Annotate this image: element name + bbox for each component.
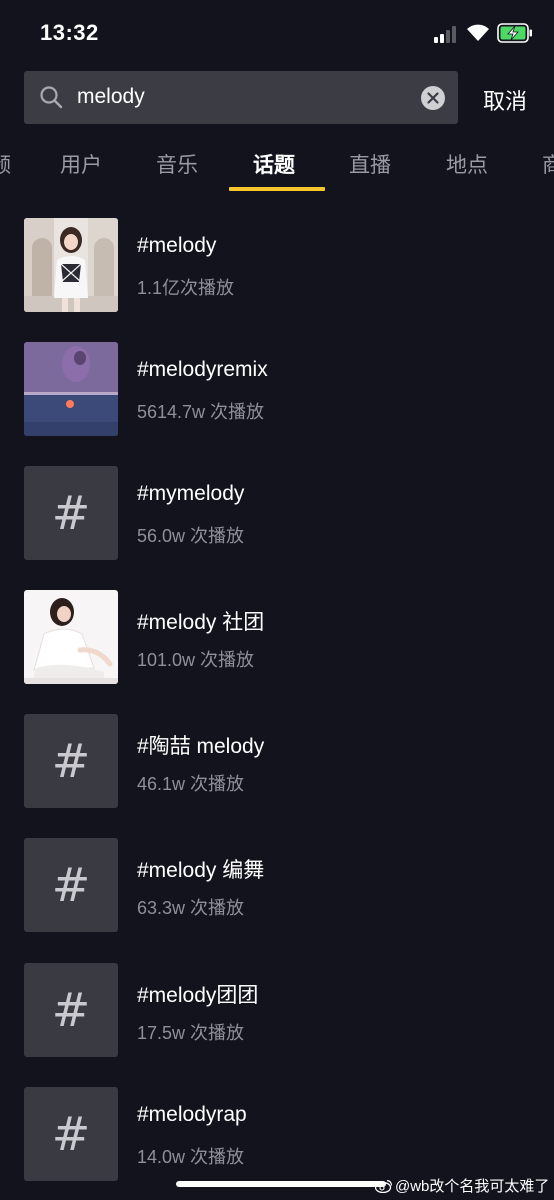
list-item[interactable]: #melody 1.1亿次播放: [0, 218, 554, 314]
tab-shop[interactable]: 商: [542, 149, 554, 179]
photo-girl-outdoor-image: [24, 218, 118, 312]
topic-play-count: 56.0w 次播放: [137, 526, 245, 546]
cancel-button[interactable]: 取消: [483, 84, 527, 116]
battery-charging-icon: [497, 23, 532, 43]
list-item[interactable]: # #陶喆 melody 46.1w 次播放: [0, 714, 554, 810]
tab-video[interactable]: 频: [0, 149, 11, 179]
home-indicator[interactable]: [176, 1181, 386, 1187]
hash-icon: #: [51, 486, 91, 540]
active-tab-indicator: [229, 187, 325, 191]
search-query: melody: [77, 85, 145, 108]
tab-users[interactable]: 用户: [60, 149, 102, 179]
topic-thumbnail: [24, 342, 118, 436]
hash-icon: #: [51, 734, 91, 788]
hash-icon: #: [51, 1107, 91, 1161]
list-item[interactable]: # #mymelody 56.0w 次播放: [0, 466, 554, 562]
tab-places[interactable]: 地点: [446, 149, 488, 179]
topic-title: #melody团团: [137, 984, 259, 1007]
topic-play-count: 63.3w 次播放: [137, 898, 245, 918]
screen: 13:32 melody 取消 频 用户 音乐 话题 直播 地点 商 #melo…: [0, 0, 554, 1200]
category-tabs: 频 用户 音乐 话题 直播 地点 商: [0, 140, 554, 192]
topic-title: #melody: [137, 234, 217, 257]
topic-title: #melodyrap: [137, 1103, 247, 1126]
topic-play-count: 1.1亿次播放: [137, 278, 235, 298]
list-item[interactable]: # #melody团团 17.5w 次播放: [0, 963, 554, 1059]
tab-live[interactable]: 直播: [349, 149, 391, 179]
topic-title: #陶喆 melody: [137, 735, 265, 758]
topic-play-count: 14.0w 次播放: [137, 1147, 245, 1167]
search-icon: [40, 86, 63, 109]
watermark-text: @wb改个名我可太难了: [395, 1178, 550, 1195]
topic-title: #melody 编舞: [137, 859, 265, 882]
list-item[interactable]: # #melody 编舞 63.3w 次播放: [0, 838, 554, 934]
topic-play-count: 101.0w 次播放: [137, 650, 255, 670]
list-item[interactable]: #melodyremix 5614.7w 次播放: [0, 342, 554, 438]
photo-girl-white-image: [24, 590, 118, 684]
topic-play-count: 46.1w 次播放: [137, 774, 245, 794]
topic-title: #melodyremix: [137, 358, 268, 381]
search-input[interactable]: melody: [24, 71, 458, 124]
topic-thumbnail: #: [24, 963, 118, 1057]
list-item[interactable]: #melody 社团 101.0w 次播放: [0, 590, 554, 686]
topic-thumbnail: #: [24, 1087, 118, 1181]
watermark: @wb改个名我可太难了: [375, 1175, 549, 1196]
weibo-icon: [375, 1179, 393, 1193]
status-time: 13:32: [40, 20, 99, 45]
tab-music[interactable]: 音乐: [156, 149, 198, 179]
topic-thumbnail: [24, 590, 118, 684]
wifi-icon: [467, 24, 489, 41]
topic-title: #melody 社团: [137, 611, 265, 634]
clear-icon[interactable]: [421, 86, 445, 110]
cellular-signal-icon: [434, 25, 460, 43]
status-bar: 13:32: [0, 0, 554, 66]
topic-title: #mymelody: [137, 482, 245, 505]
topic-play-count: 5614.7w 次播放: [137, 402, 265, 422]
topic-thumbnail: #: [24, 714, 118, 808]
topic-thumbnail: [24, 218, 118, 312]
photo-purple-scene-image: [24, 342, 118, 436]
topic-play-count: 17.5w 次播放: [137, 1023, 245, 1043]
topic-thumbnail: #: [24, 838, 118, 932]
list-item[interactable]: # #melodyrap 14.0w 次播放: [0, 1087, 554, 1183]
hash-icon: #: [51, 858, 91, 912]
tab-topics[interactable]: 话题: [253, 149, 295, 179]
hash-icon: #: [51, 983, 91, 1037]
topic-thumbnail: #: [24, 466, 118, 560]
